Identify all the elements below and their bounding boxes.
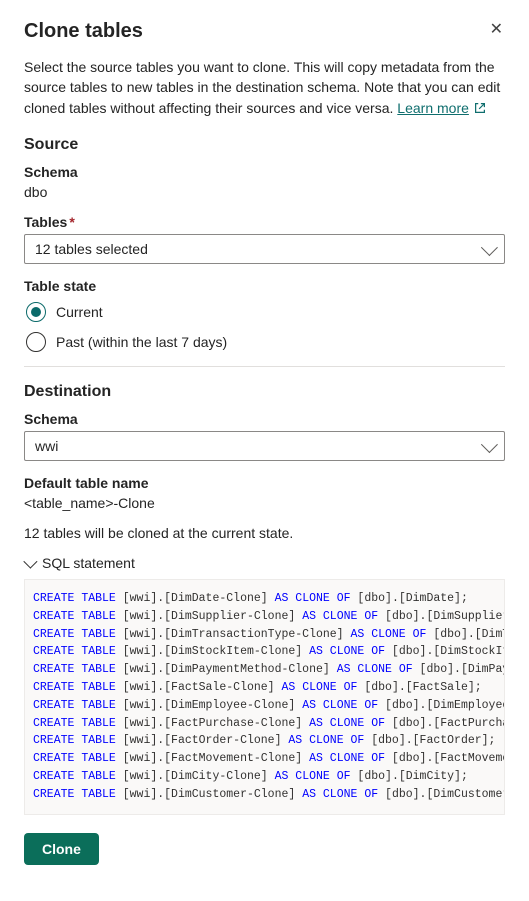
radio-current[interactable]: Current	[26, 302, 505, 322]
sql-line: CREATE TABLE [wwi].[DimDate-Clone] AS CL…	[33, 590, 496, 608]
source-heading: Source	[24, 136, 505, 154]
learn-more-link[interactable]: Learn more	[397, 100, 469, 116]
radio-icon-selected	[26, 302, 46, 322]
default-table-name-label: Default table name	[24, 475, 505, 491]
sql-line: CREATE TABLE [wwi].[DimEmployee-Clone] A…	[33, 697, 496, 715]
sql-statement-toggle[interactable]: SQL statement	[24, 555, 505, 571]
sql-line: CREATE TABLE [wwi].[DimPaymentMethod-Clo…	[33, 661, 496, 679]
status-text: 12 tables will be cloned at the current …	[24, 525, 505, 541]
sql-line: CREATE TABLE [wwi].[DimCustomer-Clone] A…	[33, 786, 496, 804]
intro-text: Select the source tables you want to clo…	[24, 57, 505, 120]
sql-statement-label: SQL statement	[42, 555, 135, 571]
chevron-down-icon	[481, 239, 498, 256]
destination-schema-value: wwi	[35, 438, 58, 454]
tables-select[interactable]: 12 tables selected	[24, 234, 505, 264]
sql-line: CREATE TABLE [wwi].[FactMovement-Clone] …	[33, 750, 496, 768]
table-state-label: Table state	[24, 278, 505, 294]
external-link-icon	[473, 100, 487, 120]
required-indicator: *	[69, 214, 74, 230]
clone-button[interactable]: Clone	[24, 833, 99, 865]
dialog-title: Clone tables	[24, 20, 143, 43]
source-schema-label: Schema	[24, 164, 505, 180]
tables-label: Tables*	[24, 214, 505, 230]
radio-past[interactable]: Past (within the last 7 days)	[26, 332, 505, 352]
source-schema-value: dbo	[24, 184, 505, 200]
chevron-down-icon	[481, 436, 498, 453]
radio-current-label: Current	[56, 304, 103, 320]
destination-schema-select[interactable]: wwi	[24, 431, 505, 461]
default-table-name-value: <table_name>-Clone	[24, 495, 505, 511]
sql-line: CREATE TABLE [wwi].[DimSupplier-Clone] A…	[33, 608, 496, 626]
sql-code-block: CREATE TABLE [wwi].[DimDate-Clone] AS CL…	[24, 579, 505, 815]
sql-line: CREATE TABLE [wwi].[FactOrder-Clone] AS …	[33, 732, 496, 750]
sql-line: CREATE TABLE [wwi].[DimStockItem-Clone] …	[33, 643, 496, 661]
section-divider	[24, 366, 505, 367]
destination-schema-label: Schema	[24, 411, 505, 427]
destination-heading: Destination	[24, 383, 505, 401]
sql-line: CREATE TABLE [wwi].[DimTransactionType-C…	[33, 626, 496, 644]
chevron-down-icon	[23, 554, 37, 568]
sql-line: CREATE TABLE [wwi].[DimCity-Clone] AS CL…	[33, 768, 496, 786]
close-icon[interactable]: ✕	[488, 20, 505, 40]
sql-line: CREATE TABLE [wwi].[FactPurchase-Clone] …	[33, 715, 496, 733]
radio-icon-unselected	[26, 332, 46, 352]
tables-select-value: 12 tables selected	[35, 241, 148, 257]
radio-past-label: Past (within the last 7 days)	[56, 334, 227, 350]
sql-line: CREATE TABLE [wwi].[FactSale-Clone] AS C…	[33, 679, 496, 697]
